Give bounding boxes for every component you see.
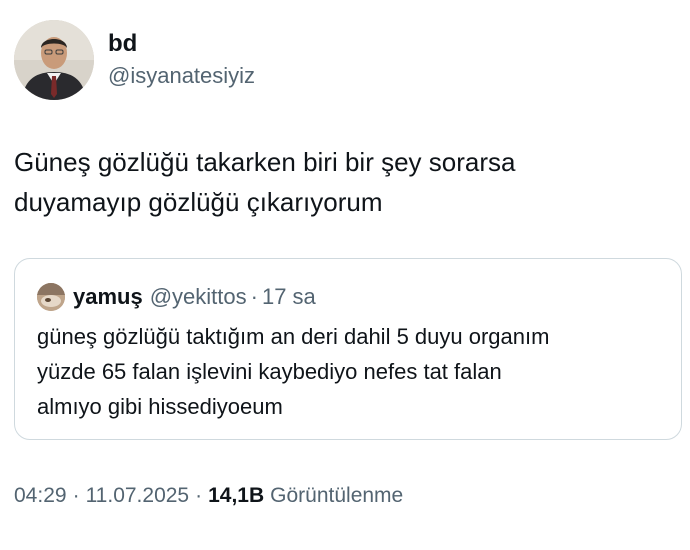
author-handle[interactable]: @isyanatesiyiz: [108, 61, 255, 91]
quoted-author-display-name[interactable]: yamuş: [73, 283, 143, 311]
separator-dot: ·: [195, 484, 203, 507]
quoted-tweet-text: güneş gözlüğü taktığım an deri dahil 5 d…: [37, 324, 550, 419]
author-display-name[interactable]: bd: [108, 29, 255, 59]
tweet-author: bd @isyanatesiyiz: [14, 20, 255, 100]
author-avatar[interactable]: [14, 20, 94, 100]
quoted-author-handle[interactable]: @yekittos: [150, 283, 247, 311]
quoted-tweet-card[interactable]: yamuş @yekittos · 17 sa güneş gözlüğü ta…: [14, 258, 682, 440]
author-info: bd @isyanatesiyiz: [108, 29, 255, 91]
views-label: Görüntülenme: [270, 484, 404, 507]
tweet-time[interactable]: 04:29: [14, 484, 67, 507]
quoted-author-avatar[interactable]: [37, 283, 65, 311]
quoted-tweet-time[interactable]: 17 sa: [262, 283, 316, 311]
tweet-text: Güneş gözlüğü takarken biri bir şey sora…: [14, 147, 516, 217]
separator-dot: ·: [72, 484, 80, 507]
tweet-date[interactable]: 11.07.2025: [86, 484, 190, 507]
profile-photo-icon: [14, 20, 94, 100]
quoted-tweet-header: yamuş @yekittos · 17 sa: [37, 283, 681, 311]
separator-dot: ·: [250, 284, 258, 309]
views-count[interactable]: 14,1B: [208, 484, 264, 507]
tweet-metadata: 04:29 · 11.07.2025 · 14,1B Görüntülenme: [14, 482, 403, 510]
profile-photo-icon: [37, 283, 65, 311]
